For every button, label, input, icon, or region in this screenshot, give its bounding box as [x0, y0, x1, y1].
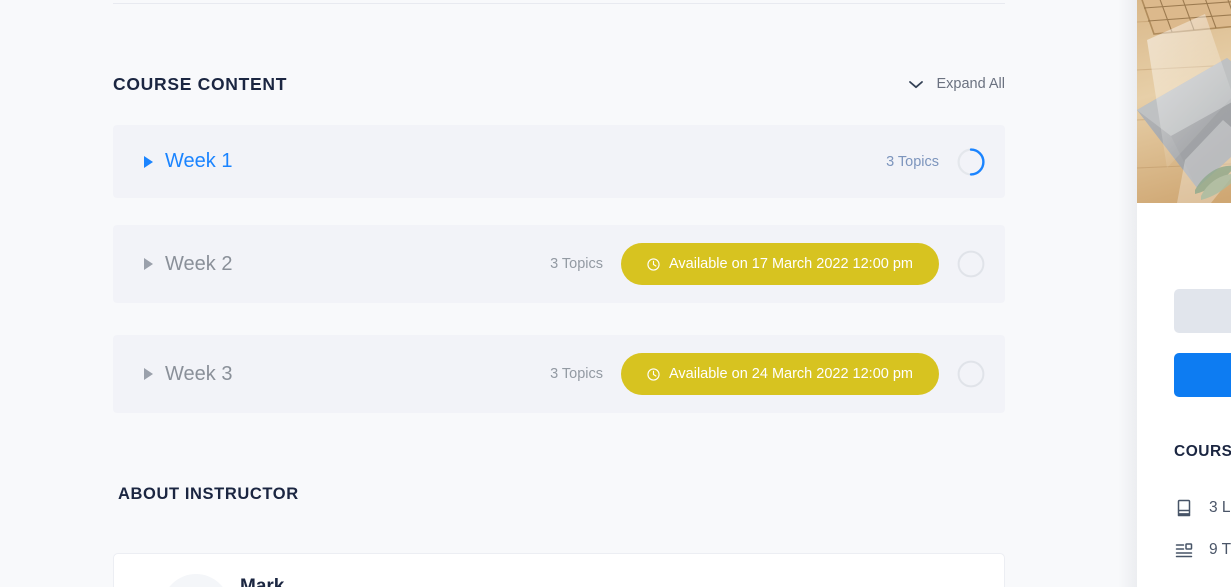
course-includes-list: 3 L 9 T [1174, 487, 1231, 571]
main-content: COURSE CONTENT Expand All Week 1 3 Topic… [0, 0, 1137, 587]
accordion-title-group: Week 3 [141, 363, 232, 386]
chevron-down-icon [907, 79, 925, 90]
about-instructor-title: ABOUT INSTRUCTOR [118, 485, 299, 503]
accordion-meta-group: 3 Topics [886, 147, 985, 176]
secondary-action-button[interactable] [1174, 289, 1231, 333]
clock-icon [647, 257, 660, 271]
clock-icon [647, 367, 660, 381]
topics-count: 3 Topics [550, 256, 604, 272]
accordion-label: Week 3 [165, 362, 233, 385]
accordion-title-group: Week 2 [141, 253, 232, 276]
accordion-meta-group: 3 Topics Available on 24 March 2022 12:0… [550, 353, 985, 395]
list-item: 3 L [1174, 487, 1231, 529]
availability-badge-label: Available on 17 March 2022 12:00 pm [669, 256, 913, 272]
avatar [162, 574, 230, 587]
page-title: COURSE CONTENT [113, 73, 288, 94]
triangle-right-icon [144, 155, 153, 168]
topics-count: 3 Topics [886, 153, 939, 170]
course-sidebar: COURSE 3 L [1137, 0, 1231, 587]
list-item: 9 T [1174, 529, 1231, 571]
triangle-right-icon [144, 368, 153, 380]
instructor-card[interactable]: Mark [113, 553, 1005, 587]
book-icon [1174, 498, 1194, 518]
availability-badge-label: Available on 24 March 2022 12:00 pm [669, 366, 913, 382]
availability-badge: Available on 17 March 2022 12:00 pm [621, 243, 939, 285]
list-item-label: 9 T [1209, 541, 1231, 558]
accordion-title-group: Week 1 [141, 150, 232, 173]
expand-all-label: Expand All [936, 76, 1005, 92]
course-includes-heading: COURSE [1174, 443, 1231, 460]
progress-ring-icon [957, 147, 985, 176]
accordion-item-week-3[interactable]: Week 3 3 Topics Available on 24 March 20… [113, 335, 1005, 413]
article-list-icon [1174, 540, 1194, 560]
availability-badge: Available on 24 March 2022 12:00 pm [621, 353, 939, 395]
primary-action-button[interactable] [1174, 353, 1231, 397]
topics-count: 3 Topics [550, 366, 604, 382]
empty-circle-icon [957, 250, 985, 278]
accordion-header-week-3[interactable]: Week 3 3 Topics Available on 24 March 20… [113, 335, 1005, 413]
accordion-item-week-2[interactable]: Week 2 3 Topics Available on 17 March 20… [113, 225, 1005, 303]
course-content-header: COURSE CONTENT Expand All [113, 70, 1005, 98]
list-item-label: 3 L [1209, 499, 1231, 516]
accordion-header-week-2[interactable]: Week 2 3 Topics Available on 17 March 20… [113, 225, 1005, 303]
accordion-item-week-1[interactable]: Week 1 3 Topics [113, 125, 1005, 198]
accordion-label: Week 2 [165, 252, 233, 275]
course-thumbnail [1137, 0, 1231, 203]
accordion-meta-group: 3 Topics Available on 17 March 2022 12:0… [550, 243, 985, 285]
course-page: COURSE CONTENT Expand All Week 1 3 Topic… [0, 0, 1231, 587]
triangle-right-icon [144, 258, 153, 270]
expand-all-button[interactable]: Expand All [907, 76, 1005, 92]
empty-circle-icon [957, 360, 985, 388]
instructor-name: Mark [240, 576, 285, 587]
sidebar-shadow [1118, 0, 1137, 587]
accordion-label: Week 1 [165, 150, 233, 172]
accordion-header-week-1[interactable]: Week 1 3 Topics [113, 125, 1005, 198]
